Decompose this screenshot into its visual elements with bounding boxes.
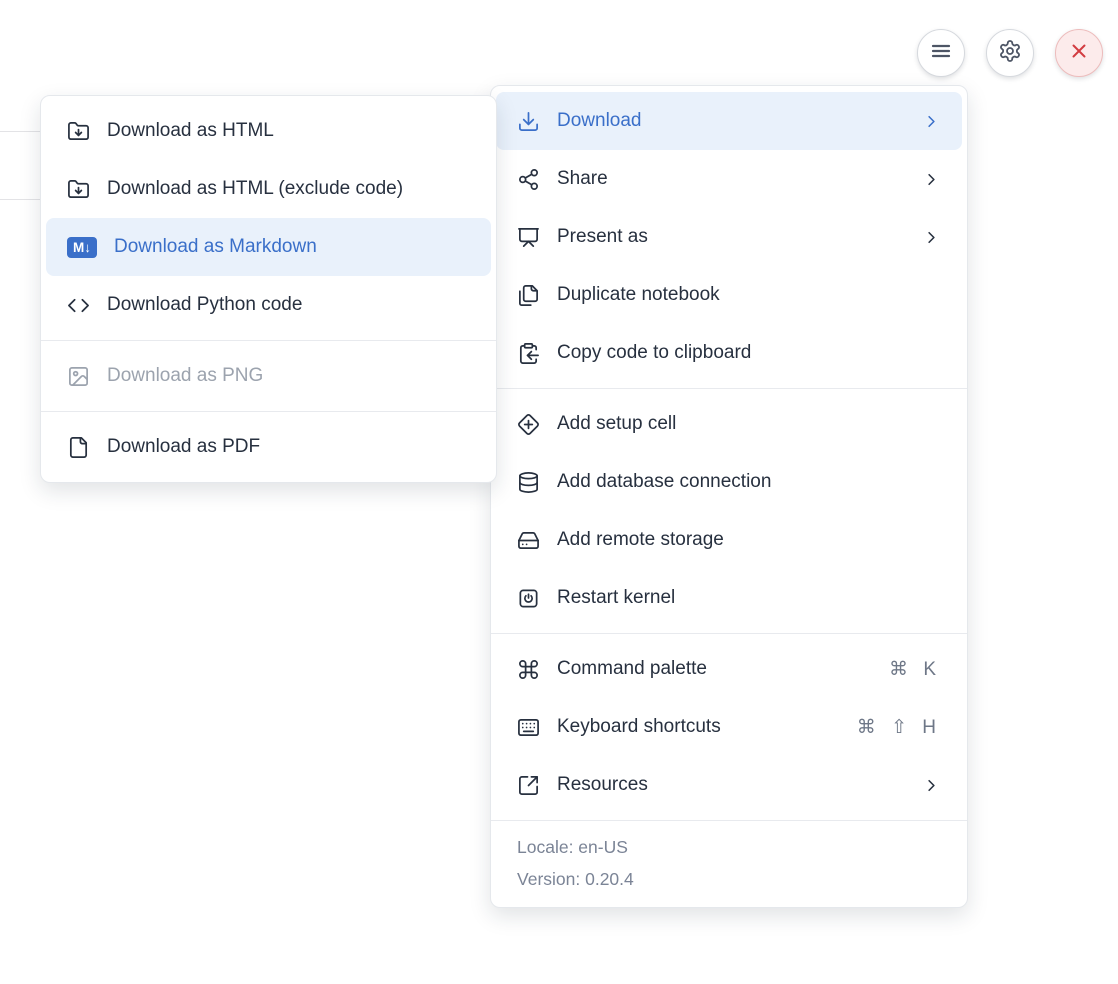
menu-item-command-palette[interactable]: Command palette ⌘ K [491, 640, 967, 698]
close-icon [1067, 39, 1091, 68]
menu-item-label: Download Python code [107, 294, 470, 316]
gear-icon [998, 39, 1022, 68]
shortcut-hint: ⌘ K [889, 658, 941, 681]
page-background-line [0, 131, 41, 132]
chevron-right-icon [922, 228, 941, 247]
menu-item-keyboard-shortcuts[interactable]: Keyboard shortcuts ⌘ ⇧ H [491, 698, 967, 756]
menu-item-label: Copy code to clipboard [557, 342, 941, 364]
menu-button[interactable] [917, 29, 965, 77]
external-link-icon [517, 774, 540, 797]
share-icon [517, 168, 540, 191]
menu-item-resources[interactable]: Resources [491, 756, 967, 814]
menu-item-download-pdf[interactable]: Download as PDF [41, 418, 496, 476]
menu-item-label: Command palette [557, 658, 872, 680]
menu-item-label: Download as PDF [107, 436, 470, 458]
database-icon [517, 471, 540, 494]
menu-item-restart-kernel[interactable]: Restart kernel [491, 569, 967, 627]
menu-item-duplicate-notebook[interactable]: Duplicate notebook [491, 266, 967, 324]
code-icon [67, 294, 90, 317]
download-icon [517, 110, 540, 133]
menu-item-add-setup-cell[interactable]: Add setup cell [491, 395, 967, 453]
submenu-section-formats: Download as HTML Download as HTML (exclu… [41, 96, 496, 340]
menu-section-help: Command palette ⌘ K Keyboard shortcuts ⌘… [491, 634, 967, 820]
menu-item-copy-code[interactable]: Copy code to clipboard [491, 324, 967, 382]
folder-down-icon [67, 120, 90, 143]
menu-item-share[interactable]: Share [491, 150, 967, 208]
notebook-actions-menu: Download Share Present [490, 85, 968, 908]
shortcut-hint: ⌘ ⇧ H [857, 716, 941, 739]
menu-item-add-remote-storage[interactable]: Add remote storage [491, 511, 967, 569]
duplicate-icon [517, 284, 540, 307]
menu-item-download-html[interactable]: Download as HTML [41, 102, 496, 160]
menu-item-label: Resources [557, 774, 905, 796]
hard-drive-icon [517, 529, 540, 552]
markdown-badge-icon: M↓ [67, 237, 97, 258]
menu-item-label: Keyboard shortcuts [557, 716, 840, 738]
menu-item-download-markdown[interactable]: M↓ Download as Markdown [46, 218, 491, 276]
floating-toolbar [917, 29, 1103, 77]
menu-item-label: Download [557, 110, 905, 132]
menu-item-download-html-exclude-code[interactable]: Download as HTML (exclude code) [41, 160, 496, 218]
menu-item-label: Download as HTML (exclude code) [107, 178, 470, 200]
chevron-right-icon [922, 776, 941, 795]
file-icon [67, 436, 90, 459]
settings-button[interactable] [986, 29, 1034, 77]
folder-down-icon [67, 178, 90, 201]
menu-item-label: Download as PNG [107, 365, 470, 387]
page-background-line [0, 199, 41, 200]
menu-item-label: Add setup cell [557, 413, 941, 435]
download-submenu: Download as HTML Download as HTML (exclu… [40, 95, 497, 483]
menu-item-label: Download as Markdown [114, 236, 470, 258]
menu-item-download[interactable]: Download [496, 92, 962, 150]
hamburger-icon [929, 39, 953, 68]
menu-item-present-as[interactable]: Present as [491, 208, 967, 266]
submenu-section-pdf: Download as PDF [41, 412, 496, 482]
menu-section-export: Download Share Present [491, 86, 967, 388]
menu-item-label: Add remote storage [557, 529, 941, 551]
close-button[interactable] [1055, 29, 1103, 77]
menu-item-label: Duplicate notebook [557, 284, 941, 306]
menu-item-label: Restart kernel [557, 587, 941, 609]
chevron-right-icon [922, 170, 941, 189]
menu-item-download-png[interactable]: Download as PNG [41, 347, 496, 405]
power-square-icon [517, 587, 540, 610]
keyboard-icon [517, 716, 540, 739]
version-text: Version: 0.20.4 [517, 863, 941, 895]
menu-item-label: Download as HTML [107, 120, 470, 142]
submenu-section-png: Download as PNG [41, 341, 496, 411]
image-icon [67, 365, 90, 388]
diamond-plus-icon [517, 413, 540, 436]
menu-item-label: Present as [557, 226, 905, 248]
clipboard-arrow-icon [517, 342, 540, 365]
presentation-icon [517, 226, 540, 249]
menu-item-download-python[interactable]: Download Python code [41, 276, 496, 334]
command-icon [517, 658, 540, 681]
menu-section-notebook: Add setup cell Add database connection A… [491, 389, 967, 633]
menu-item-add-database[interactable]: Add database connection [491, 453, 967, 511]
menu-footer: Locale: en-US Version: 0.20.4 [491, 821, 967, 907]
menu-item-label: Add database connection [557, 471, 941, 493]
menu-item-label: Share [557, 168, 905, 190]
chevron-right-icon [922, 112, 941, 131]
locale-text: Locale: en-US [517, 831, 941, 863]
